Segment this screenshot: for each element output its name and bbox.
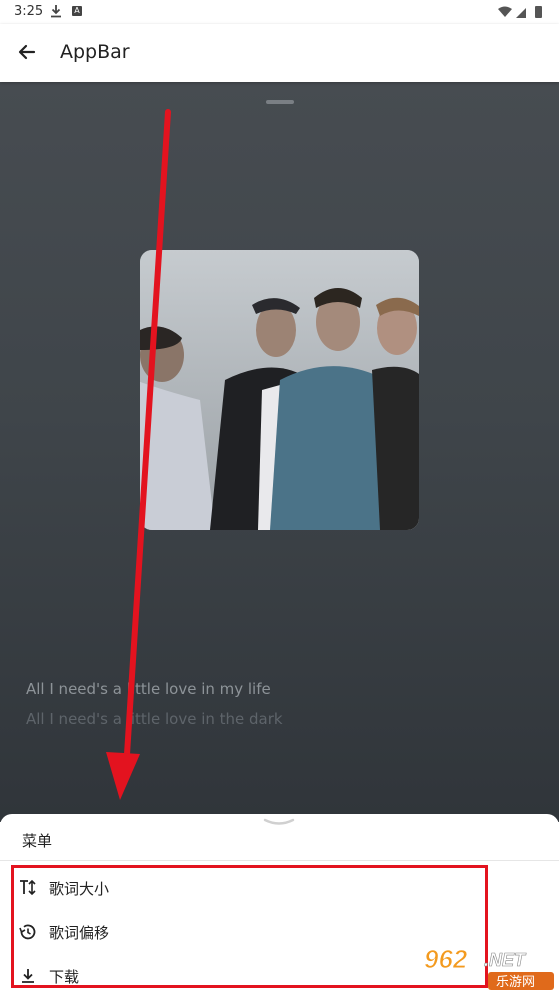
menu-title: 菜单 bbox=[22, 832, 53, 850]
status-time: 3:25 bbox=[14, 4, 44, 19]
menu-item-label: 歌词大小 bbox=[49, 880, 110, 898]
player-panel: All I need's a little love in my life Al… bbox=[0, 82, 559, 822]
menu-item-lyric-size[interactable]: 歌词大小 bbox=[0, 870, 420, 910]
download-notification-icon bbox=[51, 5, 61, 18]
download-icon bbox=[22, 969, 34, 983]
history-clock-icon bbox=[19, 924, 36, 940]
drag-handle[interactable] bbox=[266, 100, 294, 104]
page-title: AppBar bbox=[60, 41, 130, 63]
chevron-down-icon[interactable] bbox=[263, 817, 295, 827]
back-arrow-icon[interactable] bbox=[14, 39, 40, 65]
status-bar: 3:25 A bbox=[0, 0, 559, 24]
menu-item-label: 歌词偏移 bbox=[49, 924, 110, 942]
album-cover bbox=[140, 250, 419, 530]
lyric-line-current[interactable]: All I need's a little love in my life bbox=[26, 680, 271, 698]
divider bbox=[0, 860, 559, 861]
menu-item-label: 下载 bbox=[49, 968, 80, 986]
wifi-battery-icons bbox=[498, 6, 542, 18]
app-bar: AppBar bbox=[0, 24, 559, 82]
menu-item-lyric-offset[interactable]: 歌词偏移 bbox=[0, 914, 420, 954]
text-size-icon bbox=[20, 879, 36, 896]
app-notification-icon: A bbox=[72, 6, 82, 16]
album-cover-image bbox=[140, 250, 419, 530]
lyric-line-next[interactable]: All I need's a little love in the dark bbox=[26, 710, 283, 728]
menu-item-download[interactable]: 下载 bbox=[0, 958, 420, 995]
menu-bottom-sheet: 菜单 歌词大小 歌词偏移 下载 bbox=[0, 814, 559, 995]
